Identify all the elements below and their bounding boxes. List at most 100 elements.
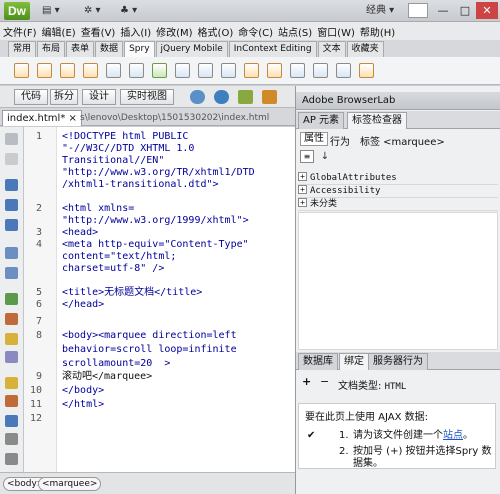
spry-validation-textarea-icon[interactable] [175, 63, 190, 78]
tab-common[interactable]: 常用 [8, 41, 37, 57]
show-code-navigator-icon[interactable] [5, 153, 18, 165]
expand-all-icon[interactable] [5, 219, 18, 231]
select-parent-tag-icon[interactable] [5, 247, 18, 259]
tab-spry[interactable]: Spry [124, 41, 155, 57]
remove-binding-button[interactable]: − [320, 375, 329, 388]
insert-toolbar [0, 57, 500, 85]
recent-snippets-icon[interactable] [5, 433, 18, 445]
tab-jquery-mobile[interactable]: jQuery Mobile [155, 41, 228, 57]
open-documents-icon[interactable] [5, 133, 18, 145]
spry-repeat-list-icon[interactable] [83, 63, 98, 78]
file-management-icon[interactable] [238, 90, 253, 104]
tab-text[interactable]: 文本 [317, 41, 346, 57]
step-1-number: 1. [339, 430, 349, 441]
workspace-switcher[interactable]: 经典 ▾ [366, 4, 394, 18]
collapse-full-tag-icon[interactable] [5, 179, 18, 191]
browserlab-panel-header[interactable]: Adobe BrowserLab [296, 92, 500, 110]
tab-bindings[interactable]: 绑定 [339, 353, 369, 370]
code-editor[interactable]: <!DOCTYPE html PUBLIC "-//W3C//DTD XHTML… [56, 127, 295, 472]
auto-indent-icon[interactable] [5, 351, 18, 363]
validate-icon[interactable] [262, 90, 277, 104]
attributes-button[interactable]: 属性 [300, 132, 328, 146]
balance-braces-icon[interactable] [5, 267, 18, 279]
tab-data[interactable]: 数据 [95, 41, 124, 57]
move-css-icon[interactable] [5, 453, 18, 465]
menu-insert[interactable]: 插入(I) [120, 24, 151, 39]
line-numbers-icon[interactable] [5, 293, 18, 305]
tab-incontext-editing[interactable]: InContext Editing [228, 41, 317, 57]
design-view-button[interactable]: 设计 [82, 89, 116, 105]
split-view-button[interactable]: 拆分 [50, 89, 78, 105]
tab-databases[interactable]: 数据库 [298, 353, 338, 370]
tab-ap-elements[interactable]: AP 元素 [298, 112, 345, 129]
tab-favorites[interactable]: 收藏夹 [346, 41, 384, 57]
spry-validation-password-icon[interactable] [198, 63, 213, 78]
live-view-button[interactable]: 实时视图 [120, 89, 174, 105]
site-dropdown[interactable]: ♣ ▾ [120, 4, 144, 18]
spry-collapsible-panel-icon[interactable] [336, 63, 351, 78]
add-binding-button[interactable]: + [302, 375, 311, 388]
tag-selector: <body> <marquee> [0, 472, 295, 494]
highlight-invalid-code-icon[interactable] [5, 313, 18, 325]
spry-menubar-icon[interactable] [267, 63, 282, 78]
collapse-selection-icon[interactable] [5, 199, 18, 211]
preview-browser-icon[interactable] [214, 90, 229, 104]
tab-tag-inspector[interactable]: 标签检查器 [347, 112, 407, 129]
menu-modify[interactable]: 修改(M) [156, 24, 192, 39]
spry-validation-text-icon[interactable] [106, 63, 121, 78]
ajax-instructions: 要在此页上使用 AJAX 数据: ✔ 1. 请为该文件创建一个站点。 2. 按加… [298, 403, 496, 469]
menu-format[interactable]: 格式(O) [198, 24, 234, 39]
remove-comment-icon[interactable] [5, 395, 18, 407]
extend-dropdown[interactable]: ✲ ▾ [84, 4, 108, 18]
syntax-coloring-icon[interactable] [5, 333, 18, 345]
site-link[interactable]: 站点 [443, 430, 463, 441]
close-tab-icon[interactable]: × [69, 113, 77, 124]
menu-commands[interactable]: 命令(C) [238, 24, 273, 39]
code-line: <title>无标题文档</title> [62, 287, 203, 298]
code-line: <head> [62, 227, 99, 238]
menu-window[interactable]: 窗口(W) [317, 24, 355, 39]
menu-edit[interactable]: 编辑(E) [42, 24, 76, 39]
behaviors-button[interactable]: 行为 [330, 133, 350, 148]
spry-region-icon[interactable] [37, 63, 52, 78]
wrap-tag-icon[interactable] [5, 415, 18, 427]
tab-server-behaviors[interactable]: 服务器行为 [368, 353, 428, 370]
spry-xml-dataset-icon[interactable] [14, 63, 29, 78]
document-type-label: 文档类型: [338, 381, 382, 392]
category-row[interactable]: + 未分类 [298, 198, 498, 211]
menu-file[interactable]: 文件(F) [3, 24, 37, 39]
file-tab[interactable]: index.html* × [2, 110, 82, 126]
category-view-icon[interactable]: ≡ [300, 150, 314, 163]
step-2-text-cont: 据集。 [353, 458, 383, 469]
menu-view[interactable]: 查看(V) [81, 24, 116, 39]
spry-accordion-icon[interactable] [313, 63, 328, 78]
category-row[interactable]: + Accessibility [298, 185, 498, 198]
code-line: </head> [62, 299, 105, 310]
spry-validation-radio-icon[interactable] [244, 63, 259, 78]
expand-icon[interactable]: + [298, 172, 307, 181]
expand-icon[interactable]: + [298, 185, 307, 194]
spry-validation-confirm-icon[interactable] [221, 63, 236, 78]
file-path: s\lenovo\Desktop\1501530202\index.html [80, 113, 270, 123]
menu-help[interactable]: 帮助(H) [360, 24, 395, 39]
search-input[interactable] [408, 3, 428, 18]
menu-site[interactable]: 站点(S) [278, 24, 312, 39]
sort-az-icon[interactable]: ↓ [318, 150, 332, 163]
tab-forms[interactable]: 表单 [66, 41, 95, 57]
tab-layout[interactable]: 布局 [37, 41, 66, 57]
layout-dropdown[interactable]: ▤ ▾ [42, 4, 66, 18]
expand-icon[interactable]: + [298, 198, 307, 207]
tag-marquee[interactable]: <marquee> [38, 477, 102, 491]
minimize-button[interactable]: — [432, 2, 454, 19]
code-view-button[interactable]: 代码 [14, 89, 48, 105]
spry-validation-checkbox-icon[interactable] [152, 63, 167, 78]
maximize-button[interactable]: □ [454, 2, 476, 19]
spry-validation-select-icon[interactable] [129, 63, 144, 78]
spry-tabbed-panels-icon[interactable] [290, 63, 305, 78]
apply-comment-icon[interactable] [5, 377, 18, 389]
category-row[interactable]: + GlobalAttributes [298, 172, 498, 185]
spry-repeat-icon[interactable] [60, 63, 75, 78]
spry-tooltip-icon[interactable] [359, 63, 374, 78]
multiscreen-icon[interactable] [190, 90, 205, 104]
close-button[interactable]: ✕ [476, 2, 498, 19]
